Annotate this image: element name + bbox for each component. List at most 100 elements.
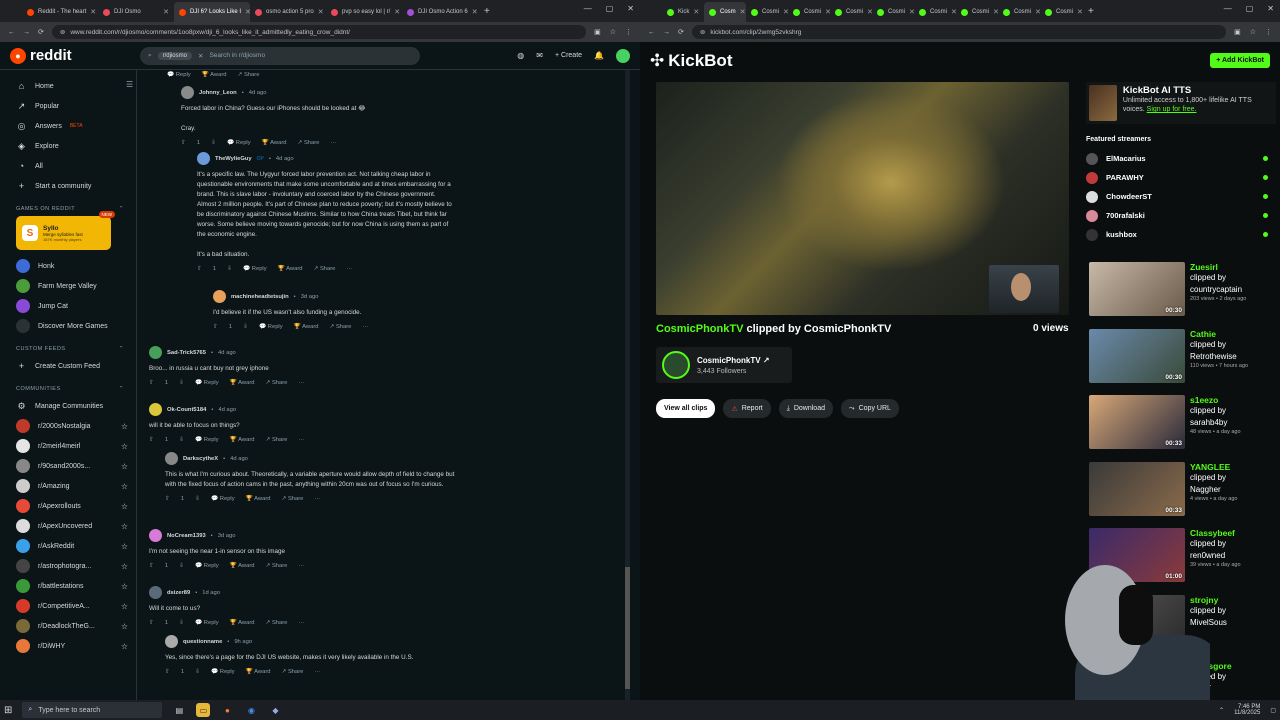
upvote-icon[interactable]: ⇧ xyxy=(149,378,154,388)
syllo-game-card[interactable]: S Syllo Merge syllables fast 187K monthly p… xyxy=(16,211,115,250)
reply-button[interactable]: 💬 Reply xyxy=(211,667,235,677)
downvote-icon[interactable]: ⇩ xyxy=(179,561,184,571)
share-button[interactable]: ↗ Share xyxy=(313,264,335,274)
clip-streamer[interactable]: s1eezo xyxy=(1190,395,1241,405)
clip-thumbnail[interactable] xyxy=(1089,661,1185,700)
taskbar-search[interactable]: ⌕ Type here to search xyxy=(22,702,163,718)
favorite-star-icon[interactable]: ☆ xyxy=(121,622,128,631)
sidebar-item-popular[interactable]: ↗ Popular xyxy=(8,96,128,116)
collapse-sidebar-icon[interactable]: ☰ xyxy=(126,80,133,89)
sidebar-community[interactable]: r/battlestations ☆ xyxy=(8,576,128,596)
clip-card[interactable]: 00:30 strojny clipped by MivelSous xyxy=(1089,594,1269,649)
browser-tab[interactable]: Cosmi ✕ xyxy=(998,2,1040,22)
more-options-icon[interactable]: ··· xyxy=(298,618,304,628)
sidebar-community[interactable]: r/2meirl4meirl ☆ xyxy=(8,436,128,456)
sidebar-community[interactable]: r/AskReddit ☆ xyxy=(8,536,128,556)
downvote-icon[interactable]: ⇩ xyxy=(179,618,184,628)
maximize-icon[interactable]: ▢ xyxy=(606,4,614,13)
close-window-icon[interactable]: ✕ xyxy=(1267,4,1274,13)
clip-video-player[interactable] xyxy=(656,82,1069,315)
favorite-star-icon[interactable]: ☆ xyxy=(121,602,128,611)
browser-tab[interactable]: Cosmi ✕ xyxy=(788,2,830,22)
downvote-icon[interactable]: ⇩ xyxy=(195,494,200,504)
tray-arrow-icon[interactable]: ⌃ xyxy=(1219,707,1224,714)
close-window-icon[interactable]: ✕ xyxy=(627,4,634,13)
browser-tab[interactable]: Reddit - The heart ✕ xyxy=(22,2,98,22)
favorite-star-icon[interactable]: ☆ xyxy=(121,542,128,551)
clip-thumbnail[interactable]: 00:30 xyxy=(1089,594,1185,649)
clip-streamer[interactable]: strojny xyxy=(1190,595,1227,605)
user-avatar[interactable] xyxy=(149,403,162,416)
close-icon[interactable]: ✕ xyxy=(163,8,169,16)
close-icon[interactable]: ✕ xyxy=(740,8,746,16)
upvote-icon[interactable]: ⇧ xyxy=(149,618,154,628)
steam-icon[interactable]: ◆ xyxy=(268,703,282,717)
clip-thumbnail[interactable]: 00:30 xyxy=(1089,328,1185,383)
sidebar-community[interactable]: r/Apexrollouts ☆ xyxy=(8,496,128,516)
user-avatar[interactable] xyxy=(149,346,162,359)
sidebar-item-all[interactable]: ◔ All xyxy=(8,156,128,176)
sidebar-game[interactable]: Honk xyxy=(8,256,128,276)
award-button[interactable]: 🏆 Award xyxy=(202,72,227,78)
browser-tab[interactable]: Cosmi ✕ xyxy=(746,2,788,22)
featured-streamer[interactable]: kushbox xyxy=(1086,225,1276,244)
favorite-star-icon[interactable]: ☆ xyxy=(121,642,128,651)
browser-tab[interactable]: osmo action 5 pro ✕ xyxy=(250,2,326,22)
downvote-icon[interactable]: ⇩ xyxy=(179,435,184,445)
clip-streamer[interactable]: Cathie xyxy=(1190,329,1248,339)
share-button[interactable]: ↗ Share xyxy=(238,72,260,78)
downvote-icon[interactable]: ⇩ xyxy=(179,378,184,388)
upvote-icon[interactable]: ⇧ xyxy=(165,667,170,677)
upvote-icon[interactable]: ⇧ xyxy=(213,322,218,332)
sidebar-community[interactable]: r/DiWHY ☆ xyxy=(8,636,128,656)
maximize-icon[interactable]: ▢ xyxy=(1246,4,1254,13)
close-icon[interactable]: ✕ xyxy=(472,8,478,16)
share-button[interactable]: ↗ Share xyxy=(281,494,303,504)
upvote-icon[interactable]: ⇧ xyxy=(181,138,186,148)
reply-button[interactable]: 💬 Reply xyxy=(195,435,219,445)
award-button[interactable]: 🏆 Award xyxy=(294,322,319,332)
reddit-logo[interactable]: ● reddit xyxy=(10,47,140,64)
share-button[interactable]: ↗ Share xyxy=(281,667,303,677)
browser-tab[interactable]: DJI Osmo ✕ xyxy=(98,2,174,22)
reload-icon[interactable]: ⟳ xyxy=(38,28,44,36)
user-avatar[interactable] xyxy=(165,452,178,465)
sign-up-link[interactable]: Sign up for free. xyxy=(1147,106,1197,113)
subreddit-chip[interactable]: r/djiosmo xyxy=(157,51,192,60)
extension-icon[interactable]: ▣ xyxy=(594,28,601,36)
sidebar-community[interactable]: r/2000sNostalgia ☆ xyxy=(8,416,128,436)
favorite-star-icon[interactable]: ☆ xyxy=(121,462,128,471)
task-view-icon[interactable]: ▤ xyxy=(172,703,186,717)
clip-streamer[interactable]: Zuesirl xyxy=(1190,262,1246,272)
featured-streamer[interactable]: PARAWHY xyxy=(1086,168,1276,187)
channel-card[interactable]: CosmicPhonkTV ↗ 3,443 Followers xyxy=(656,347,792,383)
browser-tab[interactable]: pvp so easy lol | r/✕ xyxy=(326,2,402,22)
favorite-star-icon[interactable]: ☆ xyxy=(121,442,128,451)
comment-author[interactable]: dsizer89 xyxy=(167,588,190,598)
award-button[interactable]: 🏆 Award xyxy=(246,667,271,677)
share-button[interactable]: ↗ Share xyxy=(265,435,287,445)
sidebar-community[interactable]: r/90sand2000s... ☆ xyxy=(8,456,128,476)
clip-clipper[interactable]: sarahb4by xyxy=(1190,418,1227,427)
browser-tab[interactable]: Cosmi ✕ xyxy=(830,2,872,22)
minimize-icon[interactable]: — xyxy=(584,4,592,13)
downvote-icon[interactable]: ⇩ xyxy=(211,138,216,148)
clip-streamer[interactable]: YANGLEE xyxy=(1190,462,1237,472)
favorite-star-icon[interactable]: ☆ xyxy=(121,562,128,571)
windows-start-icon[interactable]: ⊞ xyxy=(4,705,12,716)
share-button[interactable]: ↗ Share xyxy=(265,378,287,388)
minimize-icon[interactable]: — xyxy=(1224,4,1232,13)
award-button[interactable]: 🏆 Award xyxy=(246,494,271,504)
sidebar-community[interactable]: r/ApexUncovered ☆ xyxy=(8,516,128,536)
comment-author[interactable]: TheWylieGuy xyxy=(215,154,252,164)
sidebar-item-answers[interactable]: ◎ Answers BETA xyxy=(8,116,128,136)
close-icon[interactable]: ✕ xyxy=(90,8,96,16)
award-button[interactable]: 🏆 Award xyxy=(230,378,255,388)
sidebar-game[interactable]: Farm Merge Valley xyxy=(8,276,128,296)
extension-icon[interactable]: ▣ xyxy=(1234,28,1241,36)
more-options-icon[interactable]: ··· xyxy=(314,494,320,504)
comment-author[interactable]: questionname xyxy=(183,637,222,647)
more-options-icon[interactable]: ··· xyxy=(298,435,304,445)
user-avatar[interactable] xyxy=(181,86,194,99)
clip-clipper[interactable]: ren0wned xyxy=(1190,551,1225,560)
